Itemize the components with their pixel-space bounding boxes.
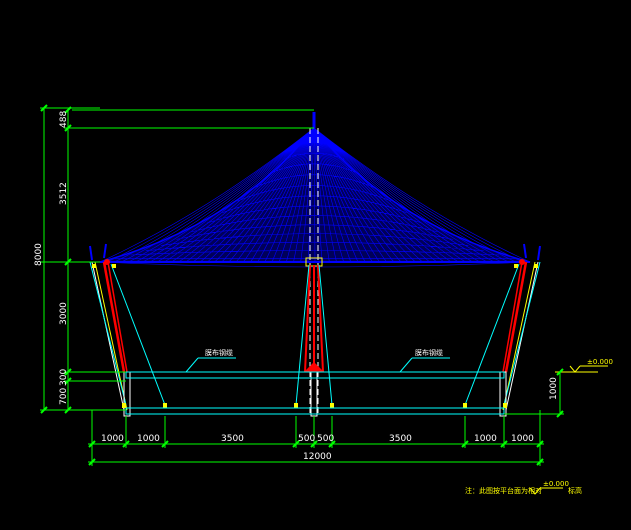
dim-width-500-a: 500 — [298, 434, 315, 444]
dim-height-3000: 3000 — [59, 302, 69, 325]
dim-width-1000-b: 1000 — [137, 434, 160, 444]
dim-height-total: 8000 — [34, 243, 44, 266]
dim-height-3512: 3512 — [59, 182, 69, 205]
dim-height-300: 300 — [59, 369, 69, 386]
dim-width-500-b: 500 — [317, 434, 334, 444]
note-elevation: ±0.000 — [543, 480, 569, 488]
cable-label-right: 膜布钢缆 — [415, 348, 443, 357]
dim-height-700: 700 — [59, 388, 69, 405]
dim-width-1000-c: 1000 — [474, 434, 497, 444]
cad-drawing-canvas: 膜布钢缆 膜布钢缆 ±0.000 8000 488 3512 3000 300 … — [34, 104, 613, 495]
elevation-label: ±0.000 — [587, 358, 613, 366]
dim-height-488: 488 — [59, 111, 69, 128]
dim-right-1000: 1000 — [549, 377, 559, 400]
note-suffix: 标高 — [568, 486, 582, 495]
dim-width-1000-a: 1000 — [101, 434, 124, 444]
dim-width-3500-a: 3500 — [221, 434, 244, 444]
membrane-roof-mesh — [99, 126, 531, 268]
left-corner-mast — [89, 243, 167, 417]
drawing-note: 注：此图按平台面为相对 ±0.000 标高 — [465, 480, 582, 495]
right-corner-mast — [463, 243, 541, 417]
note-prefix: 注：此图按平台面为相对 — [465, 486, 542, 495]
cable-label-left: 膜布钢缆 — [205, 348, 233, 357]
elevation-marker: ±0.000 — [555, 358, 613, 373]
dim-overall-width: 12000 — [303, 452, 332, 462]
dim-width-1000-d: 1000 — [511, 434, 534, 444]
vertical-dimension-ticks — [40, 104, 72, 414]
dim-width-3500-b: 3500 — [389, 434, 412, 444]
